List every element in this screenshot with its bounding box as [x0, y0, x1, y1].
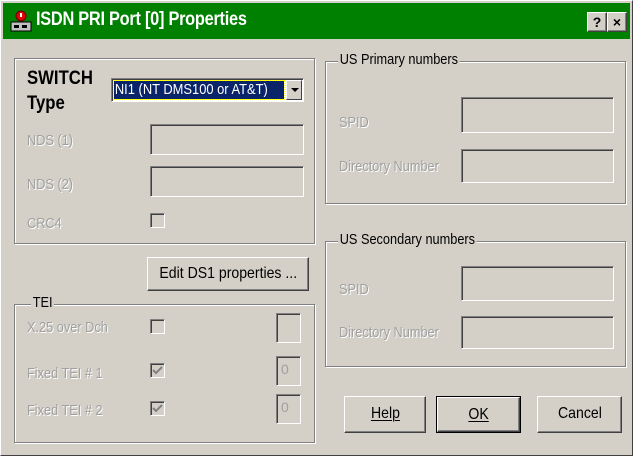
secondary-spid-field[interactable] — [461, 266, 614, 301]
edit-ds1-properties-button[interactable]: Edit DS1 properties ... — [147, 257, 309, 291]
properties-dialog: ISDN PRI Port [0] Properties ? × SWITCH … — [0, 0, 633, 456]
us-secondary-legend: US Secondary numbers — [338, 231, 477, 248]
title-bar[interactable]: ISDN PRI Port [0] Properties ? × — [3, 3, 630, 39]
window-title: ISDN PRI Port [0] Properties — [36, 9, 247, 30]
fixed-tei-2-field[interactable]: 0 — [276, 394, 301, 424]
switch-type-value: NI1 (NT DMS100 or AT&T) — [114, 81, 268, 98]
isdn-port-icon — [10, 10, 32, 32]
help-button-label: Help — [370, 405, 400, 422]
cancel-button-label: Cancel — [557, 405, 602, 422]
switch-type-select[interactable]: NI1 (NT DMS100 or AT&T) — [111, 78, 304, 102]
fixed-tei-1-field[interactable]: 0 — [276, 356, 301, 386]
x25-over-dch-checkbox[interactable] — [150, 319, 165, 334]
dropdown-arrow-icon[interactable] — [286, 80, 302, 100]
us-primary-legend: US Primary numbers — [338, 51, 460, 68]
nds2-field[interactable] — [150, 166, 304, 197]
fixed-tei-2-checkbox[interactable] — [150, 401, 165, 416]
ok-button[interactable]: OK — [436, 396, 521, 433]
primary-spid-label: SPID — [339, 114, 369, 131]
ok-button-label: OK — [468, 406, 489, 423]
type-label: Type — [27, 93, 65, 114]
cancel-button[interactable]: Cancel — [537, 396, 622, 433]
secondary-directory-number-field[interactable] — [461, 316, 614, 349]
secondary-spid-label: SPID — [339, 281, 369, 298]
crc4-label: CRC4 — [27, 215, 62, 232]
help-button[interactable]: Help — [344, 396, 426, 433]
secondary-directory-number-label: Directory Number — [339, 324, 439, 341]
context-help-button[interactable]: ? — [587, 12, 607, 32]
checkmark-icon — [152, 404, 163, 413]
edit-ds1-properties-label: Edit DS1 properties ... — [159, 265, 297, 282]
nds2-label: NDS (2) — [27, 176, 74, 193]
x25-over-dch-label: X.25 over Dch — [27, 319, 108, 336]
primary-directory-number-label: Directory Number — [339, 158, 439, 175]
switch-label: SWITCH — [27, 68, 93, 89]
fixed-tei-1-checkbox[interactable] — [150, 363, 165, 378]
fixed-tei-2-label: Fixed TEI # 2 — [27, 402, 103, 419]
crc4-checkbox[interactable] — [150, 213, 165, 228]
checkmark-icon — [152, 366, 163, 375]
tei-legend: TEI — [31, 294, 55, 311]
primary-directory-number-field[interactable] — [461, 149, 614, 183]
fixed-tei-1-label: Fixed TEI # 1 — [27, 365, 103, 382]
nds1-label: NDS (1) — [27, 132, 74, 149]
x25-value-field[interactable] — [276, 313, 301, 343]
close-button[interactable]: × — [607, 12, 627, 32]
primary-spid-field[interactable] — [461, 97, 614, 133]
nds1-field[interactable] — [150, 124, 304, 155]
